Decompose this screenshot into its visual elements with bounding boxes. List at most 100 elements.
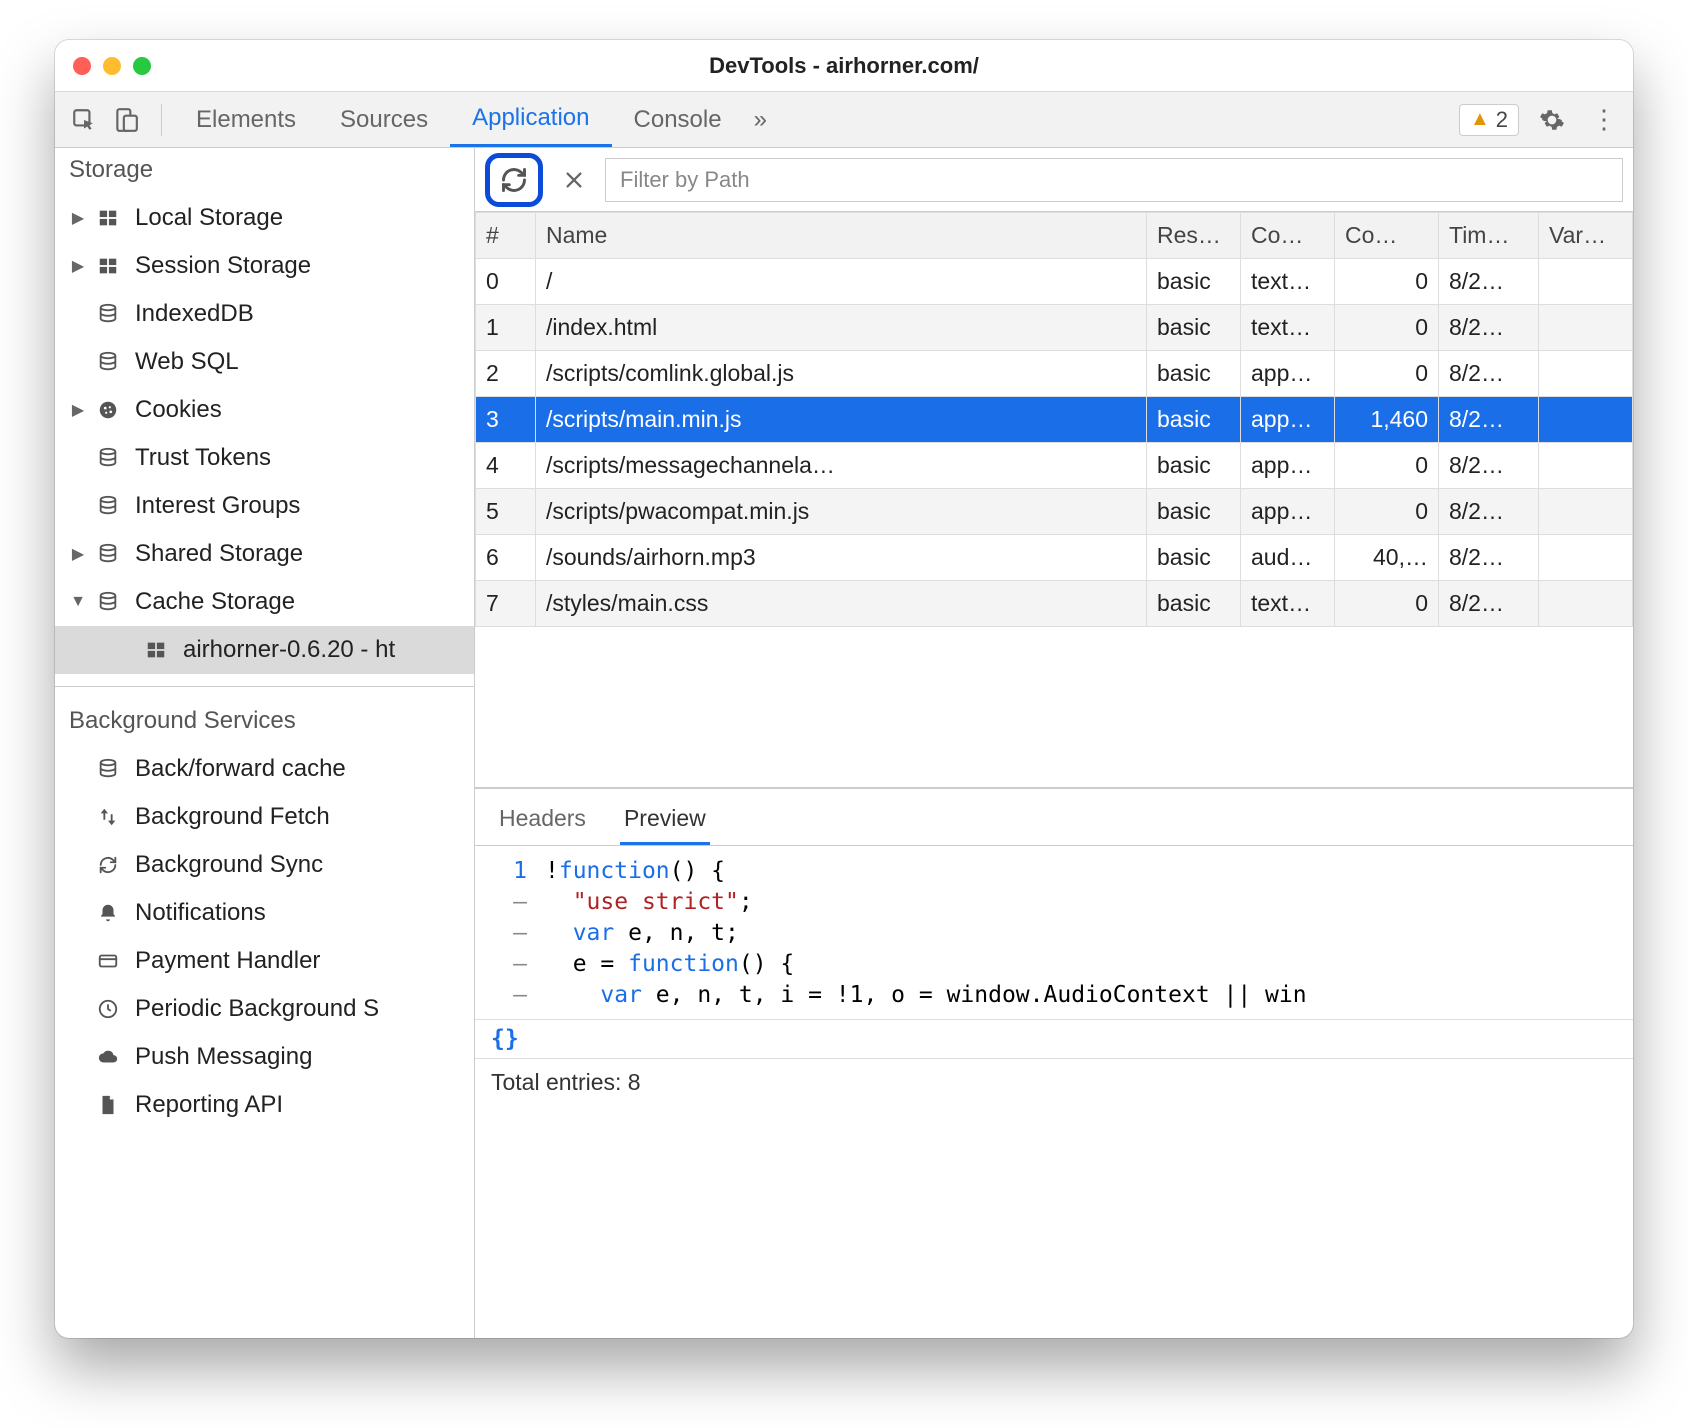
sidebar-item-web-sql[interactable]: ▶ Web SQL (55, 338, 474, 386)
window-controls (73, 57, 151, 75)
sidebar-item-label: Interest Groups (135, 492, 300, 520)
sidebar-item-back-forward-cache[interactable]: Back/forward cache (55, 745, 474, 793)
sidebar-item-reporting-api[interactable]: Reporting API (55, 1081, 474, 1129)
table-row[interactable]: 4 /scripts/messagechannela… basic app… 0… (476, 443, 1633, 489)
cloud-icon (97, 1046, 125, 1068)
device-toolbar-icon[interactable] (107, 101, 145, 139)
db-icon (97, 543, 125, 565)
disclosure-icon: ▶ (69, 208, 87, 228)
sidebar-item-label: Background Fetch (135, 803, 330, 831)
sidebar-item-indexeddb[interactable]: ▶ IndexedDB (55, 290, 474, 338)
tab-preview[interactable]: Preview (620, 799, 710, 845)
inspect-element-icon[interactable] (65, 101, 103, 139)
more-menu-icon[interactable]: ⋮ (1585, 101, 1623, 139)
table-row[interactable]: 3 /scripts/main.min.js basic app… 1,460 … (476, 397, 1633, 443)
application-sidebar: Storage ▶ Local Storage▶ Session Storage… (55, 148, 475, 1338)
table-row[interactable]: 6 /sounds/airhorn.mp3 basic aud… 40,… 8/… (476, 535, 1633, 581)
cache-storage-panel: #NameRes…Co…Co…Tim…Var… 0 / basic text… … (475, 148, 1633, 1338)
sidebar-item-payment-handler[interactable]: Payment Handler (55, 937, 474, 985)
sidebar-item-cache-entry[interactable]: airhorner-0.6.20 - ht (55, 626, 474, 674)
sidebar-item-shared-storage[interactable]: ▶ Shared Storage (55, 530, 474, 578)
tab-headers[interactable]: Headers (495, 799, 590, 845)
doc-icon (97, 1094, 125, 1116)
sidebar-item-label: Cookies (135, 396, 222, 424)
db-grid-icon (145, 639, 173, 661)
col-header[interactable]: Co… (1335, 213, 1439, 259)
sidebar-item-cache-storage[interactable]: ▼ Cache Storage (55, 578, 474, 626)
sidebar-item-label: Notifications (135, 899, 266, 927)
table-row[interactable]: 7 /styles/main.css basic text… 0 8/2… (476, 581, 1633, 627)
db-icon (97, 447, 125, 469)
sidebar-item-push-messaging[interactable]: Push Messaging (55, 1033, 474, 1081)
db-icon (97, 495, 125, 517)
sidebar-item-label: Reporting API (135, 1091, 283, 1119)
bell-icon (97, 902, 125, 924)
cache-table: #NameRes…Co…Co…Tim…Var… 0 / basic text… … (475, 212, 1633, 788)
sidebar-item-periodic-background-s[interactable]: Periodic Background S (55, 985, 474, 1033)
zoom-window-button[interactable] (133, 57, 151, 75)
sidebar-item-background-sync[interactable]: Background Sync (55, 841, 474, 889)
table-row[interactable]: 2 /scripts/comlink.global.js basic app… … (476, 351, 1633, 397)
table-row[interactable]: 5 /scripts/pwacompat.min.js basic app… 0… (476, 489, 1633, 535)
table-row[interactable]: 0 / basic text… 0 8/2… (476, 259, 1633, 305)
col-header[interactable]: Co… (1241, 213, 1335, 259)
db-icon (97, 303, 125, 325)
table-row[interactable]: 1 /index.html basic text… 0 8/2… (476, 305, 1633, 351)
storage-heading: Storage (55, 148, 474, 194)
code-line: – "use strict"; (475, 887, 1633, 918)
sidebar-item-cookies[interactable]: ▶ Cookies (55, 386, 474, 434)
settings-gear-icon[interactable] (1533, 101, 1571, 139)
tab-console[interactable]: Console (612, 92, 744, 147)
sidebar-item-label: Push Messaging (135, 1043, 312, 1071)
total-entries: Total entries: 8 (475, 1059, 1633, 1106)
disclosure-icon: ▶ (69, 256, 87, 276)
close-window-button[interactable] (73, 57, 91, 75)
filter-input[interactable] (605, 158, 1623, 202)
minimize-window-button[interactable] (103, 57, 121, 75)
clear-button[interactable] (553, 169, 595, 191)
sidebar-item-label: Payment Handler (135, 947, 320, 975)
col-header[interactable]: # (476, 213, 536, 259)
col-header[interactable]: Res… (1147, 213, 1241, 259)
sidebar-item-label: Back/forward cache (135, 755, 346, 783)
cookie-icon (97, 399, 125, 421)
detail-tabs: Headers Preview (475, 788, 1633, 846)
window-title: DevTools - airhorner.com/ (709, 53, 979, 79)
sidebar-item-interest-groups[interactable]: ▶ Interest Groups (55, 482, 474, 530)
warnings-chip[interactable]: ▲ 2 (1459, 104, 1519, 136)
sidebar-item-label: Web SQL (135, 348, 239, 376)
sidebar-item-label: Cache Storage (135, 588, 295, 616)
titlebar: DevTools - airhorner.com/ (55, 40, 1633, 92)
card-icon (97, 950, 125, 972)
sidebar-item-label: Periodic Background S (135, 995, 379, 1023)
separator (161, 104, 162, 136)
tab-sources[interactable]: Sources (318, 92, 450, 147)
updown-icon (97, 806, 125, 828)
main-tabbar: Elements Sources Application Console » ▲… (55, 92, 1633, 148)
db-icon (97, 758, 125, 780)
sidebar-item-background-fetch[interactable]: Background Fetch (55, 793, 474, 841)
cache-toolbar (475, 148, 1633, 212)
brace-hint[interactable]: {} (475, 1019, 1633, 1059)
db-grid-icon (97, 207, 125, 229)
sidebar-item-session-storage[interactable]: ▶ Session Storage (55, 242, 474, 290)
tab-application[interactable]: Application (450, 92, 611, 147)
sidebar-item-local-storage[interactable]: ▶ Local Storage (55, 194, 474, 242)
tab-elements[interactable]: Elements (174, 92, 318, 147)
sidebar-item-trust-tokens[interactable]: ▶ Trust Tokens (55, 434, 474, 482)
code-line: – var e, n, t; (475, 918, 1633, 949)
col-header[interactable]: Tim… (1439, 213, 1539, 259)
warning-icon: ▲ (1470, 108, 1490, 131)
sidebar-item-label: IndexedDB (135, 300, 254, 328)
col-header[interactable]: Name (536, 213, 1147, 259)
sidebar-item-notifications[interactable]: Notifications (55, 889, 474, 937)
sidebar-item-label: Session Storage (135, 252, 311, 280)
refresh-button[interactable] (485, 153, 543, 207)
db-icon (97, 591, 125, 613)
col-header[interactable]: Var… (1539, 213, 1633, 259)
background-services-heading: Background Services (55, 687, 474, 745)
sidebar-item-label: Trust Tokens (135, 444, 271, 472)
sidebar-item-label: Shared Storage (135, 540, 303, 568)
tabs-overflow-button[interactable]: » (744, 92, 777, 147)
db-icon (97, 351, 125, 373)
